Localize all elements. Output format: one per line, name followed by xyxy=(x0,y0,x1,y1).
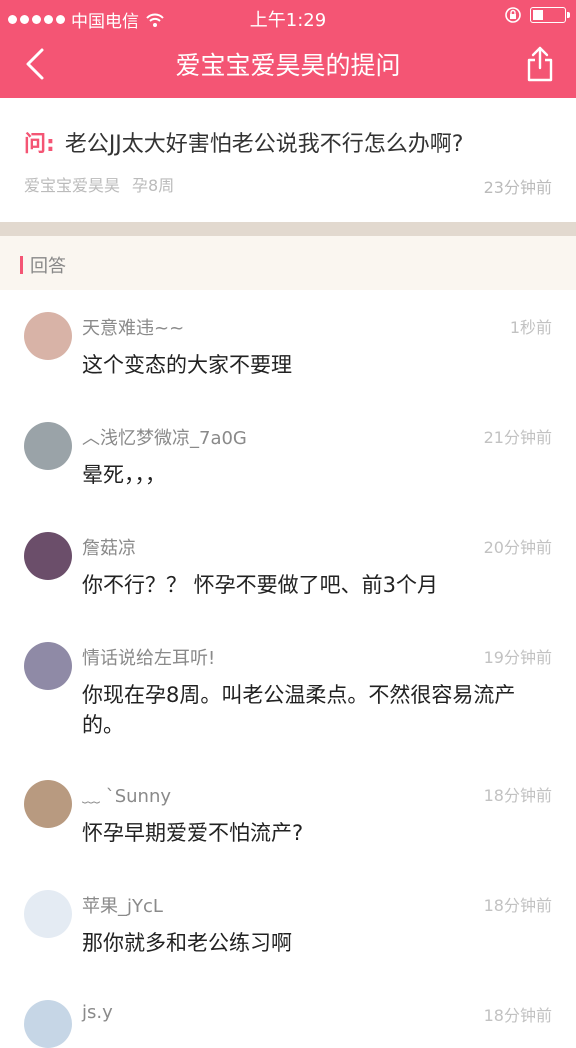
question-time: 23分钟前 xyxy=(483,178,552,197)
answer-time: 19分钟前 xyxy=(483,648,552,667)
avatar[interactable] xyxy=(24,642,72,690)
orientation-lock-icon xyxy=(505,7,521,23)
answers-header-accent xyxy=(20,256,23,274)
answer-author[interactable]: ﹏ `Sunny xyxy=(82,782,171,808)
answer-author[interactable]: 情话说给左耳听! xyxy=(82,644,215,670)
answer-text: 怀孕早期爱爱不怕流产? xyxy=(82,821,304,845)
top-bar: 中国电信 上午1:29 爱宝宝爱昊昊的提问 xyxy=(0,0,576,98)
battery-icon xyxy=(530,7,570,23)
answer-author[interactable]: 詹菇凉 xyxy=(82,534,136,560)
answer-time: 20分钟前 xyxy=(483,538,552,557)
answer-text: 这个变态的大家不要理 xyxy=(82,353,292,377)
answer-item[interactable]: ︿浅忆梦微凉_7a0G 21分钟前 晕死，，， xyxy=(0,400,576,511)
section-divider xyxy=(0,222,576,236)
answers-header: 回答 xyxy=(0,236,576,291)
question-meta: 爱宝宝爱昊昊 孕8周 xyxy=(24,172,186,196)
avatar[interactable] xyxy=(24,780,72,828)
answer-time: 21分钟前 xyxy=(483,428,552,447)
avatar[interactable] xyxy=(24,422,72,470)
answer-item[interactable]: 詹菇凉 20分钟前 你不行？？ 怀孕不要做了吧、前3个月 xyxy=(0,510,576,621)
answer-time: 18分钟前 xyxy=(483,786,552,805)
question-stage: 孕8周 xyxy=(132,176,175,195)
answer-item[interactable]: 苹果_jYcL 18分钟前 那你就多和老公练习啊 xyxy=(0,868,576,979)
question-author[interactable]: 爱宝宝爱昊昊 xyxy=(24,176,120,195)
share-icon xyxy=(527,46,553,82)
answer-time: 1秒前 xyxy=(509,318,552,337)
answer-item[interactable]: 天意难违~~ 1秒前 这个变态的大家不要理 xyxy=(0,290,576,401)
share-button[interactable] xyxy=(522,44,558,84)
answer-text: 那你就多和老公练习啊 xyxy=(82,931,292,955)
answers-header-label: 回答 xyxy=(30,256,66,277)
answer-author[interactable]: 苹果_jYcL xyxy=(82,892,163,918)
avatar[interactable] xyxy=(24,890,72,938)
answer-item[interactable]: js.y 18分钟前 xyxy=(0,978,576,1048)
question-card: 问: 老公JJ太大好害怕老公说我不行怎么办啊? 爱宝宝爱昊昊 孕8周 23分钟前 xyxy=(0,98,576,222)
question-label: 问: xyxy=(24,132,55,157)
answer-item[interactable]: 情话说给左耳听! 19分钟前 你现在孕8周。叫老公温柔点。不然很容易流产的。 xyxy=(0,620,576,759)
answer-time: 18分钟前 xyxy=(483,896,552,915)
answer-author[interactable]: 天意难违~~ xyxy=(82,314,184,340)
avatar[interactable] xyxy=(24,532,72,580)
answer-text: 你现在孕8周。叫老公温柔点。不然很容易流产的。 xyxy=(82,683,516,737)
answer-author[interactable]: js.y xyxy=(82,1002,113,1023)
question-row: 问: 老公JJ太大好害怕老公说我不行怎么办啊? xyxy=(24,126,463,158)
answer-item[interactable]: ﹏ `Sunny 18分钟前 怀孕早期爱爱不怕流产? xyxy=(0,758,576,869)
status-right xyxy=(504,6,570,24)
page-title: 爱宝宝爱昊昊的提问 xyxy=(175,51,401,80)
avatar[interactable] xyxy=(24,312,72,360)
avatar[interactable] xyxy=(24,1000,72,1048)
status-time: 上午1:29 xyxy=(249,10,327,31)
answer-author[interactable]: ︿浅忆梦微凉_7a0G xyxy=(82,424,247,450)
question-text: 老公JJ太大好害怕老公说我不行怎么办啊? xyxy=(64,132,464,157)
answer-time: 18分钟前 xyxy=(483,1006,552,1025)
status-bar: 中国电信 上午1:29 xyxy=(0,0,576,34)
answer-text: 你不行？？ 怀孕不要做了吧、前3个月 xyxy=(82,573,439,597)
answer-text: 晕死，，， xyxy=(82,463,166,487)
